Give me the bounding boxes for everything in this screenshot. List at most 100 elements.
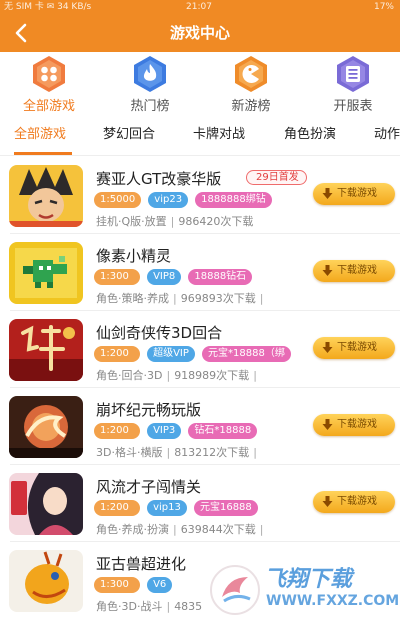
game-name: 亚古兽超进化 [96,555,187,573]
game-name: 风流才子闯情关 [96,478,202,496]
game-icon-agumon[interactable] [9,550,83,612]
vip-badge: VIP3 [147,423,182,439]
download-label: 下载游戏 [337,496,377,507]
header: 游戏中心 [0,14,400,52]
game-icon-fengliu[interactable] [9,473,83,535]
game-icon-honkai[interactable] [9,396,83,458]
quick-tab-label: 开服表 [333,99,373,114]
game-icon-xianjian[interactable] [9,319,83,381]
game-icon-saiyan[interactable] [9,165,83,227]
row-divider [10,387,400,388]
row-divider [10,233,400,234]
vip-badge: V6 [147,577,173,593]
gift-badge: 1888888绑钻 [195,192,272,208]
vip-badge: 超级VIP [147,346,195,362]
download-label: 下载游戏 [337,419,377,430]
game-genre: 角色·3D·战斗 [96,600,163,613]
download-label: 下载游戏 [337,265,377,276]
download-button[interactable]: 下载游戏 [313,414,395,436]
badge-row: 1:300 VIP8 18888钻石 [94,269,254,285]
divider: | [166,369,171,382]
carrier-status: 无 SIM 卡 ✉ 34 KB/s [4,2,92,12]
battery-level: 17% [373,2,394,12]
download-arrow-icon [322,342,333,353]
game-icon-pixel-elf[interactable] [9,242,83,304]
download-arrow-icon [322,419,333,430]
gift-badge: 钻石*18888 [188,423,258,439]
download-count: 918989次下载 [174,369,250,382]
game-row[interactable]: 仙剑奇侠传3D回合 1:200 超级VIP 元宝*18888（绑 角色·回合·3… [0,312,400,388]
game-genre: 角色·养成·扮演 [96,523,169,536]
download-button[interactable]: 下载游戏 [313,337,395,359]
row-divider [10,541,400,542]
tab-action[interactable]: 动作 [374,116,400,155]
download-button[interactable]: 下载游戏 [313,183,395,205]
discount-badge: 1:200 [94,346,140,362]
game-genre: 挂机·Q版·放置 [96,215,167,228]
watermark-text: 飞翔下载 [264,567,353,592]
status-bar: 无 SIM 卡 ✉ 34 KB/s 21:07 17% [0,0,400,14]
game-row[interactable]: 赛亚人GT改豪华版 29日首发 1:5000 vip23 1888888绑钻 挂… [0,158,400,234]
game-genre: 角色·策略·养成 [96,292,169,305]
divider: | [173,292,177,305]
quick-tab-new[interactable]: 新游榜 [216,54,286,114]
badge-row: 1:200 vip13 元宝16888 [94,500,260,516]
gift-badge: 18888钻石 [188,269,253,285]
clock: 21:07 [186,2,212,12]
badge-row: 1:300 V6 [94,577,174,593]
download-button[interactable]: 下载游戏 [313,491,395,513]
divider: | [166,446,171,459]
tab-role-play[interactable]: 角色扮演 [284,116,336,155]
divider: | [253,446,257,459]
game-meta: 角色·3D·战斗 | 4835 [96,598,202,614]
game-meta: 3D·格斗·横版 | 813212次下载 | [96,444,261,460]
game-row[interactable]: 风流才子闯情关 1:200 vip13 元宝16888 角色·养成·扮演 | 639… [0,466,400,542]
game-meta: 角色·回合·3D | 918989次下载 | [96,367,261,383]
quick-tab-server-list[interactable]: 开服表 [318,54,388,114]
back-arrow-icon[interactable] [10,22,34,44]
download-label: 下载游戏 [337,188,377,199]
quick-tabs: 全部游戏 热门榜 新游榜 开服表 [0,52,400,114]
download-arrow-icon [322,265,333,276]
divider: | [166,600,171,613]
download-arrow-icon [322,496,333,507]
game-list: 赛亚人GT改豪华版 29日首发 1:5000 vip23 1888888绑钻 挂… [0,158,400,626]
quick-tab-label: 热门榜 [130,99,170,114]
divider: | [259,523,264,536]
game-name: 崩坏纪元畅玩版 [96,401,202,419]
discount-badge: 1:300 [94,577,140,593]
download-count: 969893次下载 [180,292,256,305]
category-tabs: 全部游戏 梦幻回合 卡牌对战 角色扮演 动作 [0,116,400,156]
vip-badge: vip23 [148,192,189,208]
divider: | [173,523,177,536]
row-divider [10,464,400,465]
watermark-logo-icon [210,565,260,615]
download-count: 813212次下载 [174,446,250,459]
game-name: 仙剑奇侠传3D回合 [96,324,223,342]
game-meta: 挂机·Q版·放置 | 986420次下载 [96,213,253,229]
flame-icon [134,56,166,92]
pacman-icon [235,56,267,92]
quick-tab-all-games[interactable]: 全部游戏 [14,54,84,114]
tab-dream-turn[interactable]: 梦幻回合 [103,116,155,155]
game-meta: 角色·养成·扮演 | 639844次下载 | [96,521,267,537]
divider: | [170,215,175,228]
tab-all-games[interactable]: 全部游戏 [14,116,66,155]
quick-tab-hot[interactable]: 热门榜 [115,54,185,114]
gift-badge: 元宝16888 [193,500,258,516]
page-title: 游戏中心 [169,24,230,42]
discount-badge: 1:300 [94,269,140,285]
game-row[interactable]: 像素小精灵 1:300 VIP8 18888钻石 角色·策略·养成 | 969893… [0,235,400,311]
download-button[interactable]: 下载游戏 [313,260,395,282]
vip-badge: vip13 [147,500,187,516]
grid-icon [33,56,65,92]
gift-badge: 元宝*18888（绑 [202,346,291,362]
site-watermark: 飞翔下载 WWW.FXXZ.COM [204,561,399,621]
badge-row: 1:200 VIP3 钻石*18888 [94,423,259,439]
tab-card-battle[interactable]: 卡牌对战 [193,116,245,155]
download-arrow-icon [322,188,333,199]
game-row[interactable]: 崩坏纪元畅玩版 1:200 VIP3 钻石*18888 3D·格斗·横版 | 813… [0,389,400,465]
download-count: 639844次下载 [180,523,256,536]
first-release-tag: 29日首发 [246,170,307,185]
badge-row: 1:5000 vip23 1888888绑钻 [94,192,274,208]
